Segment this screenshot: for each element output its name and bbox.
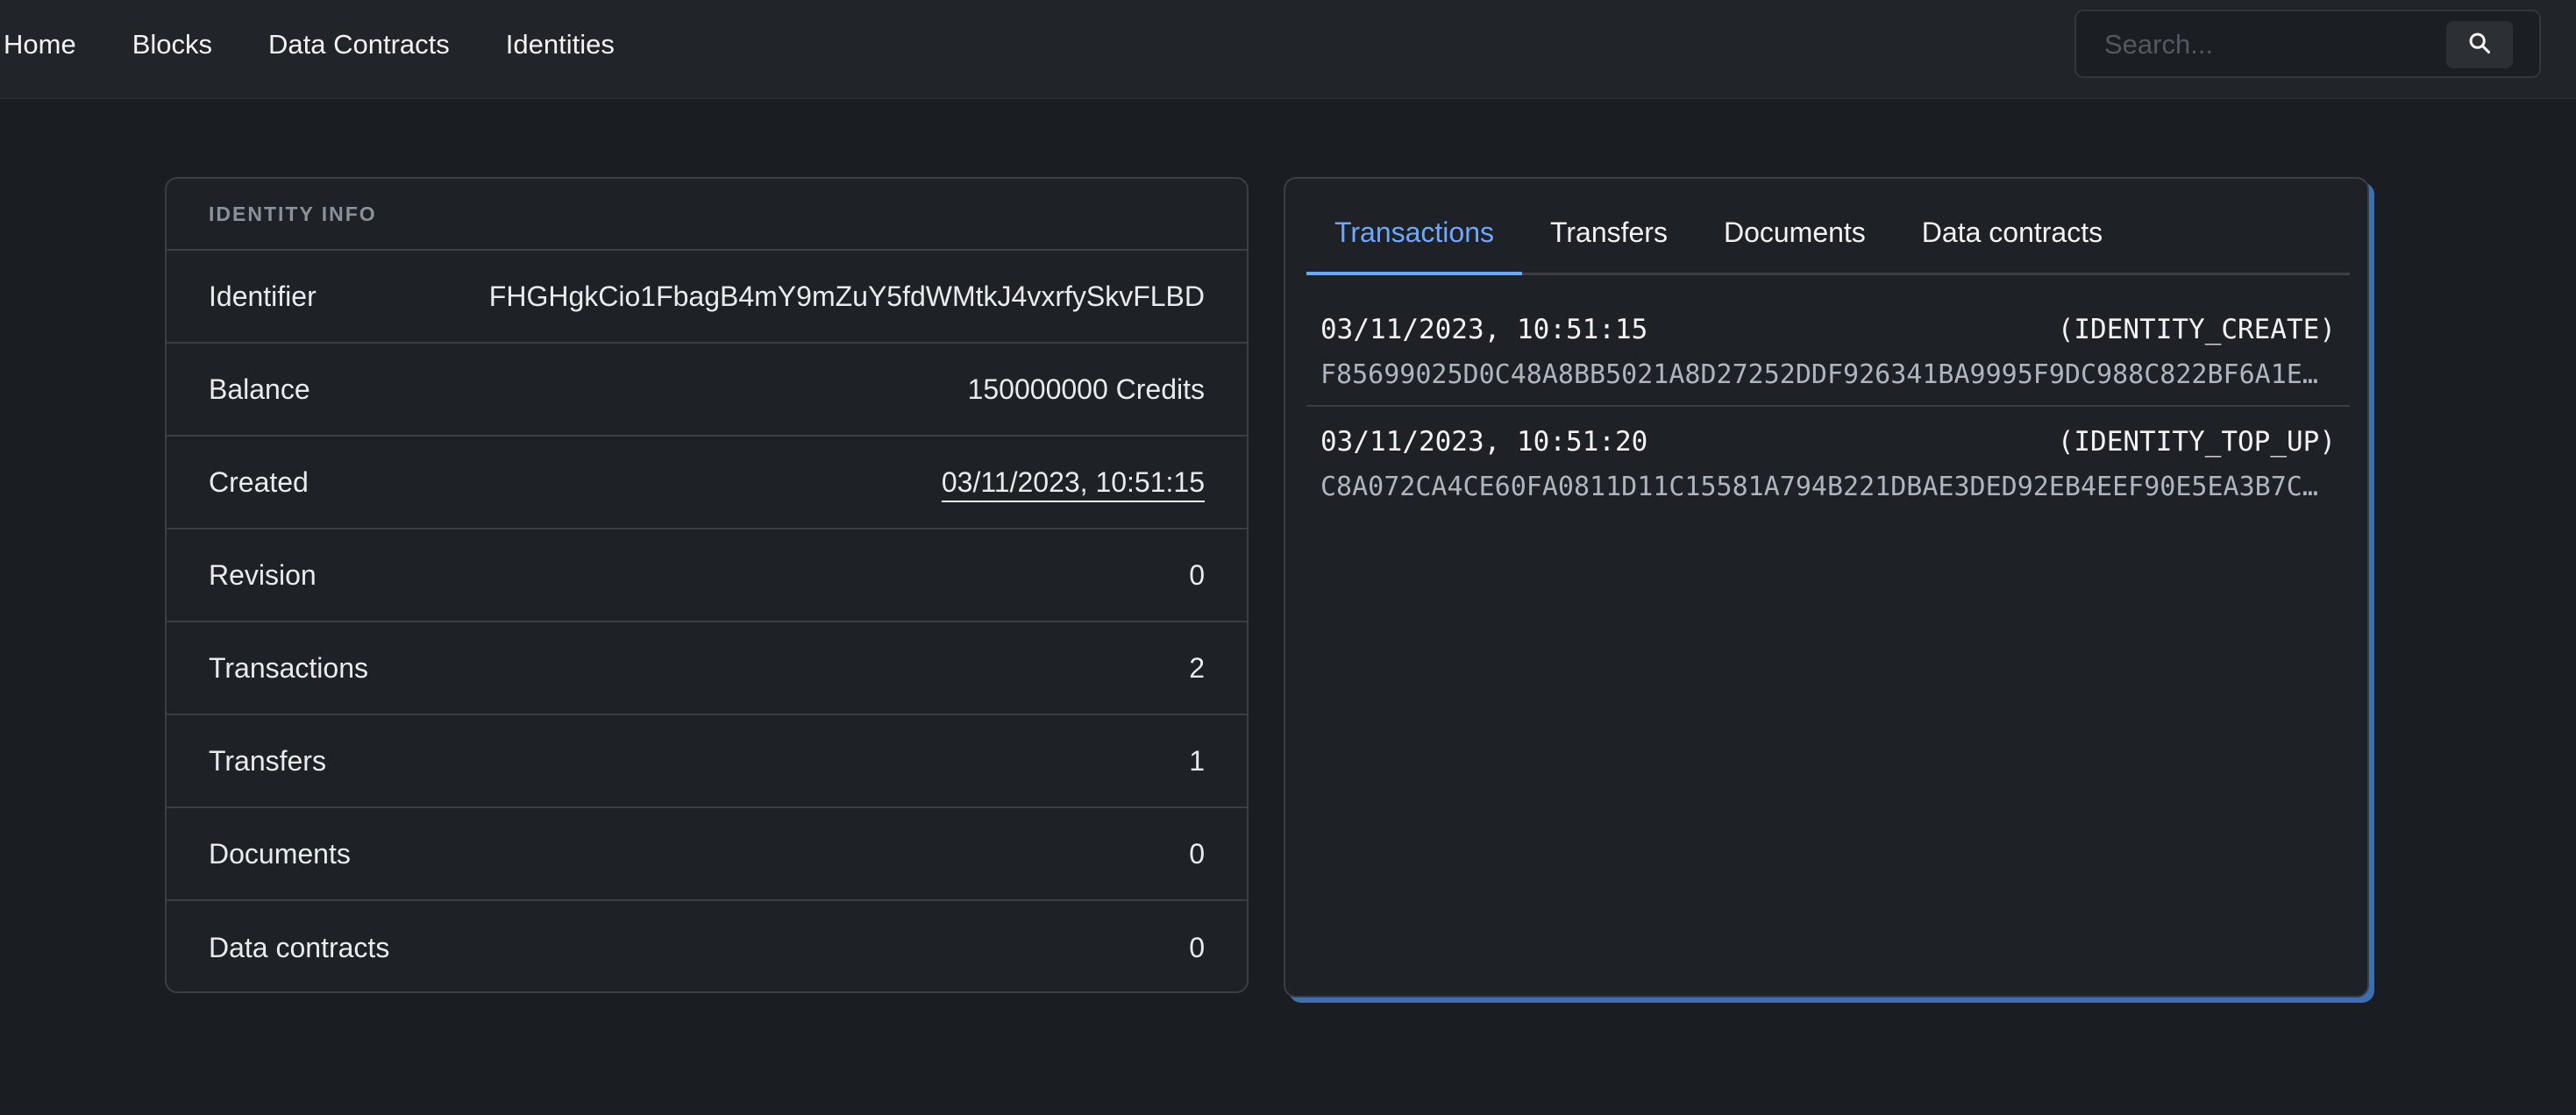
- row-label: Transactions: [209, 651, 368, 684]
- transactions-list: 03/11/2023, 10:51:15 (IDENTITY_CREATE) F…: [1306, 295, 2350, 519]
- transaction-type: (IDENTITY_CREATE): [2057, 314, 2336, 345]
- identity-row-transfers: Transfers 1: [167, 715, 1247, 808]
- search-button[interactable]: [2446, 21, 2513, 68]
- search-box: [2074, 10, 2541, 78]
- activity-tabs: Transactions Transfers Documents Data co…: [1306, 195, 2350, 275]
- tab-transfers[interactable]: Transfers: [1522, 192, 1696, 273]
- balance-value: 150000000 Credits: [967, 373, 1205, 405]
- transaction-item[interactable]: 03/11/2023, 10:51:20 (IDENTITY_TOP_UP) C…: [1306, 407, 2350, 519]
- tab-data-contracts[interactable]: Data contracts: [1894, 192, 2131, 273]
- nav-identities[interactable]: Identities: [506, 29, 615, 60]
- identifier-value: FHGHgkCio1FbagB4mY9mZuY5fdWMtkJ4vxrfySkv…: [488, 280, 1205, 312]
- nav-blocks[interactable]: Blocks: [132, 29, 212, 60]
- nav-home[interactable]: Home: [4, 29, 76, 60]
- transaction-item[interactable]: 03/11/2023, 10:51:15 (IDENTITY_CREATE) F…: [1306, 295, 2350, 407]
- identity-row-revision: Revision 0: [167, 529, 1247, 622]
- top-navbar: Home Blocks Data Contracts Identities: [0, 0, 2576, 99]
- created-link[interactable]: 03/11/2023, 10:51:15: [942, 466, 1205, 499]
- data-contracts-count: 0: [1189, 931, 1205, 963]
- identity-row-balance: Balance 150000000 Credits: [167, 344, 1247, 437]
- row-label: Transfers: [209, 744, 326, 777]
- search-input[interactable]: [2090, 22, 2406, 67]
- main-nav: Home Blocks Data Contracts Identities: [0, 0, 671, 89]
- transaction-hash: C8A072CA4CE60FA0811D11C15581A794B221DBAE…: [1320, 472, 2329, 502]
- row-label: Revision: [209, 558, 317, 591]
- row-label: Documents: [209, 837, 351, 870]
- identity-row-created: Created 03/11/2023, 10:51:15: [167, 437, 1247, 529]
- transaction-timestamp: 03/11/2023, 10:51:15: [1320, 314, 1648, 345]
- transaction-hash: F85699025D0C48A8BB5021A8D27252DDF926341B…: [1320, 359, 2329, 390]
- row-label: Identifier: [209, 280, 317, 312]
- row-label: Balance: [209, 373, 310, 405]
- identity-row-documents: Documents 0: [167, 808, 1247, 901]
- transactions-count: 2: [1189, 651, 1205, 684]
- nav-data-contracts[interactable]: Data Contracts: [268, 29, 450, 60]
- identity-activity-card: Transactions Transfers Documents Data co…: [1284, 177, 2369, 998]
- tab-transactions[interactable]: Transactions: [1306, 192, 1522, 275]
- identity-info-card: IDENTITY INFO Identifier FHGHgkCio1FbagB…: [165, 177, 1249, 993]
- transaction-timestamp: 03/11/2023, 10:51:20: [1320, 426, 1648, 458]
- transaction-type: (IDENTITY_TOP_UP): [2057, 426, 2336, 458]
- row-label: Created: [209, 465, 309, 498]
- revision-value: 0: [1189, 558, 1205, 591]
- search-icon: [2467, 31, 2492, 60]
- row-label: Data contracts: [209, 931, 390, 963]
- identity-row-transactions: Transactions 2: [167, 622, 1247, 715]
- tab-documents[interactable]: Documents: [1696, 192, 1894, 273]
- identity-row-data-contracts: Data contracts 0: [167, 901, 1247, 991]
- documents-count: 0: [1189, 837, 1205, 870]
- transfers-count: 1: [1189, 744, 1205, 777]
- identity-row-identifier: Identifier FHGHgkCio1FbagB4mY9mZuY5fdWMt…: [167, 251, 1247, 344]
- identity-info-title: IDENTITY INFO: [167, 179, 1247, 251]
